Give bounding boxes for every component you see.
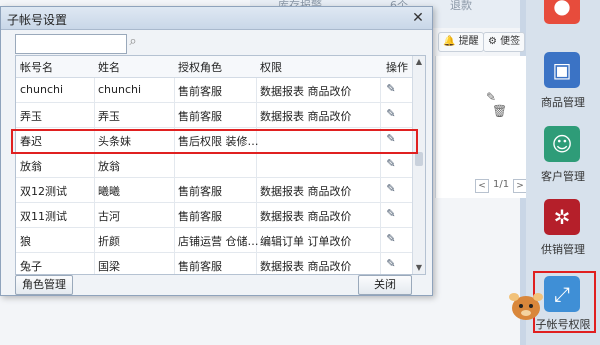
column-header-account[interactable]: 帐号名 (20, 59, 53, 75)
supply-icon: ✲ (544, 199, 580, 235)
column-header-permissions[interactable]: 权限 (260, 59, 282, 75)
cell-name: chunchi (98, 83, 142, 96)
table-row[interactable]: 弄玉 弄玉 售前客服 数据报表 商品改价 ✎ (16, 103, 414, 128)
background-toolbar: 🔔 提醒 ⚙ 便签 (430, 32, 526, 52)
app-icon: ● (544, 0, 580, 24)
pager-prev-button[interactable]: < (475, 179, 489, 193)
close-icon[interactable]: ✕ (410, 10, 426, 26)
table-row[interactable]: 双12测试 曦曦 售前客服 数据报表 商品改价 ✎ (16, 178, 414, 203)
cell-name: 古河 (98, 210, 120, 223)
background-panel (435, 56, 526, 198)
cell-role: 售前客服 (178, 185, 222, 198)
background-row-actions: ✎ 🗑 (486, 90, 520, 118)
close-button[interactable]: 关闭 (358, 275, 412, 295)
table-row[interactable]: 狼 折颜 店铺运营 仓储… 编辑订单 订单改价 ✎ (16, 228, 414, 253)
cell-account: 双12测试 (20, 185, 67, 198)
pencil-icon[interactable]: ✎ (384, 157, 398, 171)
mascot-icon (509, 293, 543, 320)
table-row[interactable]: chunchi chunchi 售前客服 数据报表 商品改价 ✎ (16, 78, 414, 103)
cell-role: 售前客服 (178, 210, 222, 223)
cell-name: 折颜 (98, 235, 120, 248)
scroll-down-icon[interactable]: ▼ (413, 262, 425, 274)
cell-account: 放翁 (20, 160, 42, 173)
sidebar-item-supply-label: 供销管理 (541, 243, 585, 256)
edit-icon[interactable]: ✎ (486, 90, 496, 104)
pencil-icon[interactable]: ✎ (384, 107, 398, 121)
cell-role: 售前客服 (178, 85, 222, 98)
pencil-icon[interactable]: ✎ (384, 257, 398, 271)
note-button[interactable]: ⚙ 便签 (483, 32, 526, 52)
cell-account: chunchi (20, 83, 64, 96)
table-scrollbar[interactable]: ▲ ▼ (412, 56, 425, 274)
cell-permissions: 数据报表 商品改价 (260, 210, 352, 223)
pencil-icon[interactable]: ✎ (384, 82, 398, 96)
sidebar-item-customer-label: 客户管理 (541, 170, 585, 183)
dialog-title: 子帐号设置 (7, 13, 68, 27)
scroll-thumb[interactable] (415, 152, 423, 166)
dialog-titlebar[interactable]: 子帐号设置 ✕ (1, 7, 432, 30)
cell-account: 双11测试 (20, 210, 67, 223)
remind-button[interactable]: 🔔 提醒 (438, 32, 484, 52)
column-header-name[interactable]: 姓名 (98, 59, 120, 75)
cell-permissions: 数据报表 商品改价 (260, 260, 352, 273)
row-highlight-box (11, 129, 418, 154)
table-header: 帐号名 姓名 授权角色 权限 操作 (16, 56, 414, 78)
pencil-icon[interactable]: ✎ (384, 232, 398, 246)
sidebar-item-goods-label: 商品管理 (541, 96, 585, 109)
search-icon[interactable]: ⌕ (125, 34, 141, 50)
note-label: 便签 (500, 36, 521, 47)
cell-account: 狼 (20, 235, 31, 248)
refund-text: 退款 (450, 0, 472, 12)
trash-icon[interactable]: 🗑 (492, 104, 507, 118)
role-manage-button[interactable]: 角色管理 (15, 275, 73, 295)
cell-name: 弄玉 (98, 110, 120, 123)
search-input[interactable] (15, 34, 127, 54)
table-row[interactable]: 双11测试 古河 售前客服 数据报表 商品改价 ✎ (16, 203, 414, 228)
pager: < 1/1 > (475, 178, 527, 194)
cell-account: 兔子 (20, 260, 42, 273)
column-header-role[interactable]: 授权角色 (178, 59, 222, 75)
remind-label: 提醒 (458, 36, 479, 47)
cell-role: 店铺运营 仓储… (178, 235, 259, 248)
goods-icon: ▣ (544, 52, 580, 88)
pager-next-button[interactable]: > (513, 179, 527, 193)
cell-permissions: 数据报表 商品改价 (260, 185, 352, 198)
cell-name: 放翁 (98, 160, 120, 173)
pencil-icon[interactable]: ✎ (384, 182, 398, 196)
cell-name: 曦曦 (98, 185, 120, 198)
customer-icon: ☺ (544, 126, 580, 162)
column-header-actions: 操作 (386, 61, 408, 74)
table-row[interactable]: 兔子 国梁 售前客服 数据报表 商品改价 ✎ (16, 253, 414, 274)
cell-permissions: 编辑订单 订单改价 (260, 235, 352, 248)
cell-account: 弄玉 (20, 110, 42, 123)
cell-name: 国梁 (98, 260, 120, 273)
scroll-up-icon[interactable]: ▲ (413, 56, 425, 68)
sub-account-dialog: 子帐号设置 ✕ ⌕ 帐号名 姓名 授权角色 权限 操作 chunchi chun… (0, 6, 433, 296)
cell-permissions: 数据报表 商品改价 (260, 110, 352, 123)
table-row[interactable]: 放翁 放翁 ✎ (16, 153, 414, 178)
cell-permissions: 数据报表 商品改价 (260, 85, 352, 98)
pencil-icon[interactable]: ✎ (384, 207, 398, 221)
bell-icon: 🔔 (443, 36, 456, 47)
cell-role: 售前客服 (178, 260, 222, 273)
cell-role: 售前客服 (178, 110, 222, 123)
gear-icon: ⚙ (488, 36, 497, 47)
account-table: 帐号名 姓名 授权角色 权限 操作 chunchi chunchi 售前客服 数… (15, 55, 426, 275)
pager-text: 1/1 (493, 179, 510, 190)
